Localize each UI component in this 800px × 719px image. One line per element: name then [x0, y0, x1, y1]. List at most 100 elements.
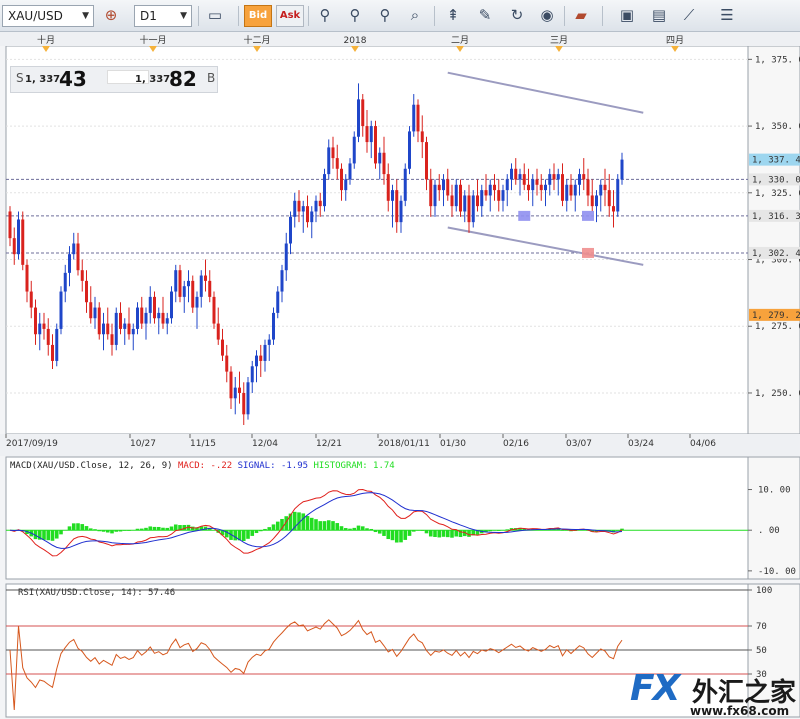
candle-body: [233, 387, 237, 399]
candle-body: [616, 179, 620, 212]
macd-histogram-bar: [250, 530, 255, 536]
candle-body: [403, 168, 407, 201]
candle-body: [51, 344, 54, 361]
candle-body: [463, 195, 467, 212]
candle-body: [17, 219, 20, 255]
candle-body: [374, 126, 377, 164]
macd-tick-label: . 00: [758, 526, 780, 536]
candle-body: [429, 179, 433, 207]
macd-axis-panel: [747, 456, 800, 580]
candle-body: [595, 195, 598, 207]
candle-body: [72, 243, 76, 255]
macd-legend: MACD(XAU/USD.Close, 12, 26, 9) MACD: -.2…: [10, 461, 395, 471]
price-tick-label: 1, 350. 00: [755, 122, 800, 132]
macd-histogram-bar: [54, 530, 59, 539]
rsi-tick-label: 50: [756, 646, 767, 656]
candle-body: [140, 307, 144, 324]
macd-legend-part: MACD(XAU/USD.Close, 12, 26, 9): [10, 461, 178, 471]
candle-body: [289, 216, 292, 244]
candle-body: [331, 147, 335, 159]
candle-body: [488, 184, 492, 196]
candle-body: [327, 147, 331, 175]
macd-histogram-bar: [335, 523, 340, 531]
rsi-tick-label: 70: [756, 622, 767, 632]
candle-body: [467, 195, 471, 223]
candle-body: [352, 136, 356, 164]
candle-body: [493, 184, 496, 191]
x-tick-label: 01/30: [440, 439, 466, 449]
candle-body: [199, 275, 203, 297]
macd-histogram-bar: [441, 530, 446, 537]
month-label: 二月: [451, 35, 469, 46]
candle-body: [599, 184, 603, 196]
candle-body: [548, 174, 552, 185]
macd-histogram-bar: [394, 530, 399, 543]
candle-body: [280, 270, 284, 292]
candle-body: [178, 270, 182, 297]
candle-body: [442, 179, 445, 191]
candle-body: [25, 264, 29, 292]
candle-body: [561, 174, 564, 201]
candle-body: [603, 184, 607, 191]
candle-body: [136, 307, 139, 329]
candle-body: [76, 243, 80, 271]
candle-body: [161, 312, 165, 324]
candle-body: [391, 190, 394, 201]
candle-body: [208, 280, 212, 297]
candle-body: [446, 179, 450, 196]
sell-price-pips: 43: [59, 67, 87, 91]
x-tick-label: 11/15: [190, 439, 216, 449]
candle-body: [144, 312, 148, 324]
candle-body: [348, 163, 352, 180]
candle-body: [246, 382, 250, 415]
price-chart[interactable]: 十月 十一月 十二月 2018 二月 三月 四月 2017/09/19 10/27 11/15 12…: [0, 0, 800, 719]
candle-body: [93, 307, 97, 319]
candle-body: [510, 168, 513, 180]
candle-body: [522, 174, 526, 185]
candle-body: [582, 174, 586, 180]
macd-histogram-bar: [169, 526, 174, 531]
macd-legend-part: HISTOGRAM: 1.74: [313, 461, 394, 471]
candle-body: [170, 291, 173, 319]
candle-body: [187, 280, 190, 287]
candle-body: [306, 206, 309, 223]
macd-tick-label: -10. 00: [758, 567, 796, 577]
macd-histogram-bar: [84, 526, 89, 531]
sell-label: S: [16, 71, 24, 85]
candle-body: [110, 334, 114, 345]
macd-histogram-bar: [331, 521, 335, 531]
price-tick-label: 1, 250. 00: [755, 389, 800, 399]
candle-body: [63, 272, 67, 292]
macd-histogram-bar: [67, 526, 72, 531]
candle-body: [612, 206, 615, 212]
macd-histogram-bar: [360, 526, 365, 531]
macd-histogram-bar: [450, 530, 454, 538]
macd-histogram-bar: [71, 523, 76, 531]
candle-body: [259, 355, 263, 361]
candle-body: [361, 99, 365, 127]
candle-body: [386, 174, 390, 201]
candle-body: [539, 184, 543, 191]
x-tick-label: 04/06: [690, 439, 716, 449]
macd-histogram-bar: [42, 530, 46, 540]
candle-body: [131, 328, 135, 335]
x-tick-label: 02/16: [503, 439, 529, 449]
candle-body: [420, 131, 424, 143]
quote-box[interactable]: S 1, 337 43 1, 337 82 B: [10, 66, 218, 93]
candle-body: [569, 184, 573, 196]
macd-histogram-bar: [46, 530, 51, 541]
price-marker-label: 1, 316. 35: [752, 212, 800, 222]
candle-body: [544, 184, 547, 191]
candle-body: [497, 190, 501, 201]
x-tick-label: 03/07: [566, 439, 592, 449]
macd-histogram-bar: [467, 530, 471, 537]
candle-body: [357, 99, 360, 137]
macd-histogram-bar: [318, 521, 323, 531]
candle-body: [148, 296, 152, 313]
month-label: 2018: [344, 36, 367, 46]
macd-histogram-bar: [322, 521, 327, 531]
sell-price-prefix: 1, 337: [25, 74, 61, 85]
macd-histogram-bar: [445, 530, 450, 538]
candle-body: [607, 190, 611, 207]
price-tick-label: 1, 275. 00: [755, 322, 800, 332]
